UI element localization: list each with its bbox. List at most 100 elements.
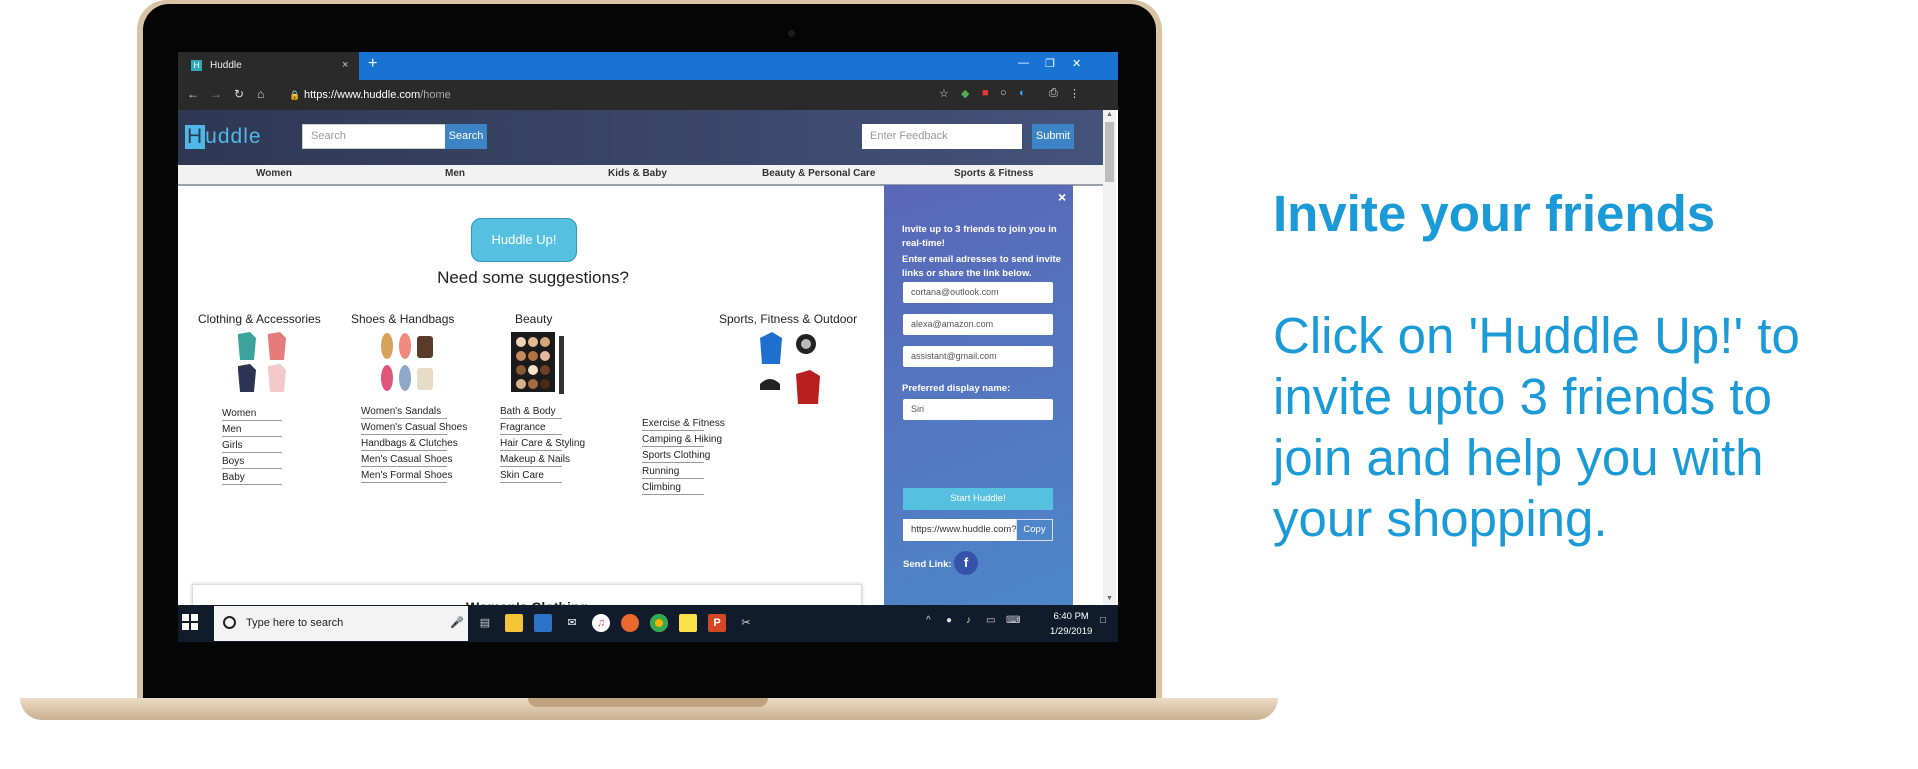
chrome-icon[interactable]: [650, 614, 668, 632]
extension-icon[interactable]: ■: [982, 87, 989, 99]
system-clock[interactable]: 6:40 PM 1/29/2019: [1050, 609, 1092, 639]
menu-icon[interactable]: ⋮: [1069, 87, 1080, 100]
email-field-3[interactable]: assistant@gmail.com: [903, 346, 1053, 367]
link-men[interactable]: Men: [222, 424, 282, 437]
link-fragrance[interactable]: Fragrance: [500, 422, 562, 435]
input-icon[interactable]: ⌨: [1006, 615, 1020, 626]
sports-image[interactable]: [756, 330, 826, 404]
huddle-up-button[interactable]: Huddle Up!: [471, 218, 577, 262]
promo-line: join and help you with: [1273, 429, 1764, 486]
clock-time: 6:40 PM: [1053, 611, 1089, 622]
link-sports-clothing[interactable]: Sports Clothing: [642, 450, 710, 463]
nav-sports[interactable]: Sports & Fitness: [954, 168, 1033, 179]
scroll-thumb[interactable]: [1105, 122, 1114, 182]
scroll-up-icon[interactable]: ▲: [1106, 111, 1113, 118]
makeup-palette-image[interactable]: [509, 330, 573, 396]
huddle-logo[interactable]: Huddle: [185, 125, 262, 149]
file-explorer-icon[interactable]: [505, 614, 523, 632]
sticky-notes-icon[interactable]: [679, 614, 697, 632]
search-input[interactable]: Search: [302, 124, 446, 149]
link-womens-casual-shoes[interactable]: Women's Casual Shoes: [361, 422, 467, 435]
start-icon-tile: [191, 614, 198, 621]
email-field-1[interactable]: cortana@outlook.com: [903, 282, 1053, 303]
bookmark-star-icon[interactable]: ☆: [939, 87, 949, 100]
column-title: Clothing & Accessories: [198, 312, 321, 326]
start-huddle-button[interactable]: Start Huddle!: [903, 488, 1053, 510]
task-view-icon[interactable]: ▤: [476, 614, 494, 632]
firefox-icon[interactable]: [621, 614, 639, 632]
link-skin-care[interactable]: Skin Care: [500, 470, 562, 483]
link-women[interactable]: Women: [222, 408, 282, 421]
volume-icon[interactable]: ♪: [966, 615, 971, 626]
forward-icon[interactable]: →: [210, 87, 222, 101]
network-icon[interactable]: ●: [946, 615, 952, 626]
submit-button[interactable]: Submit: [1032, 124, 1074, 149]
minimize-icon[interactable]: —: [1018, 57, 1029, 69]
browser-tab[interactable]: H Huddle ×: [178, 52, 359, 80]
link-climbing[interactable]: Climbing: [642, 482, 704, 495]
home-icon[interactable]: ⌂: [257, 87, 264, 101]
reload-icon[interactable]: ↻: [234, 87, 244, 101]
link-hair-care[interactable]: Hair Care & Styling: [500, 438, 585, 451]
close-panel-icon[interactable]: ×: [1058, 189, 1066, 205]
display-name-field[interactable]: Siri: [903, 399, 1053, 420]
battery-icon[interactable]: ▭: [986, 615, 995, 626]
close-tab-icon[interactable]: ×: [342, 59, 348, 71]
snipping-tool-icon[interactable]: ✂: [737, 614, 755, 632]
clothing-image[interactable]: [232, 330, 302, 396]
lock-icon: 🔒: [289, 90, 301, 100]
search-button[interactable]: Search: [445, 124, 487, 149]
column-title: Sports, Fitness & Outdoor: [719, 312, 858, 326]
extension-icon[interactable]: ◆: [961, 87, 969, 100]
close-window-icon[interactable]: ✕: [1072, 57, 1081, 70]
link-boys[interactable]: Boys: [222, 456, 282, 469]
link-womens-sandals[interactable]: Women's Sandals: [361, 406, 447, 419]
share-link-field[interactable]: https://www.huddle.com?r: [903, 519, 1016, 541]
link-exercise-fitness[interactable]: Exercise & Fitness: [642, 418, 725, 431]
url-host: https://www.huddle.com: [304, 89, 421, 101]
extension-icon[interactable]: ○: [1000, 87, 1007, 99]
link-running[interactable]: Running: [642, 466, 704, 479]
link-makeup-nails[interactable]: Makeup & Nails: [500, 454, 570, 467]
shoes-image[interactable]: [377, 330, 437, 396]
nav-kids-baby[interactable]: Kids & Baby: [608, 168, 667, 179]
url-path: /home: [420, 89, 451, 101]
link-baby[interactable]: Baby: [222, 472, 282, 485]
link-camping-hiking[interactable]: Camping & Hiking: [642, 434, 722, 447]
logo-text: uddle: [205, 125, 262, 148]
windows-start-icon[interactable]: [182, 614, 198, 630]
copy-button[interactable]: Copy: [1016, 519, 1053, 541]
link-handbags[interactable]: Handbags & Clutches: [361, 438, 458, 451]
feedback-input[interactable]: Enter Feedback: [862, 124, 1022, 149]
microphone-icon[interactable]: 🎤: [450, 606, 464, 641]
link-girls[interactable]: Girls: [222, 440, 282, 453]
page-scrollbar[interactable]: ▲ ▼: [1103, 110, 1116, 605]
url-text: https://www.huddle.com/home: [304, 85, 451, 105]
email-field-2[interactable]: alexa@amazon.com: [903, 314, 1053, 335]
store-icon[interactable]: [534, 614, 552, 632]
webcam: [788, 30, 795, 37]
promo-line: Click on 'Huddle Up!' to: [1273, 307, 1800, 364]
print-icon[interactable]: ⎙: [1049, 87, 1058, 100]
itunes-icon[interactable]: ♫: [592, 614, 610, 632]
windows-taskbar: Type here to search 🎤 ▤ ✉ ♫ P ✂ ^ ● ♪ ▭ …: [178, 605, 1118, 642]
address-bar[interactable]: 🔒 https://www.huddle.com/home: [279, 85, 939, 105]
invite-panel: × Invite up to 3 friends to join you in …: [884, 185, 1073, 605]
back-icon[interactable]: ←: [187, 87, 199, 101]
new-tab-button[interactable]: +: [368, 55, 377, 73]
link-mens-casual-shoes[interactable]: Men's Casual Shoes: [361, 454, 452, 467]
nav-women[interactable]: Women: [256, 168, 292, 179]
extension-icon[interactable]: ◐: [1019, 87, 1026, 99]
nav-men[interactable]: Men: [445, 168, 465, 179]
facebook-icon[interactable]: f: [954, 551, 978, 575]
link-mens-formal-shoes[interactable]: Men's Formal Shoes: [361, 470, 452, 483]
taskbar-search[interactable]: Type here to search 🎤: [214, 606, 468, 641]
powerpoint-icon[interactable]: P: [708, 614, 726, 632]
link-bath-body[interactable]: Bath & Body: [500, 406, 562, 419]
mail-icon[interactable]: ✉: [563, 614, 581, 632]
chevron-up-icon[interactable]: ^: [926, 615, 931, 626]
notifications-icon[interactable]: □: [1100, 615, 1106, 626]
scroll-down-icon[interactable]: ▼: [1106, 595, 1113, 602]
nav-beauty[interactable]: Beauty & Personal Care: [762, 168, 875, 179]
maximize-icon[interactable]: ❐: [1045, 57, 1055, 70]
